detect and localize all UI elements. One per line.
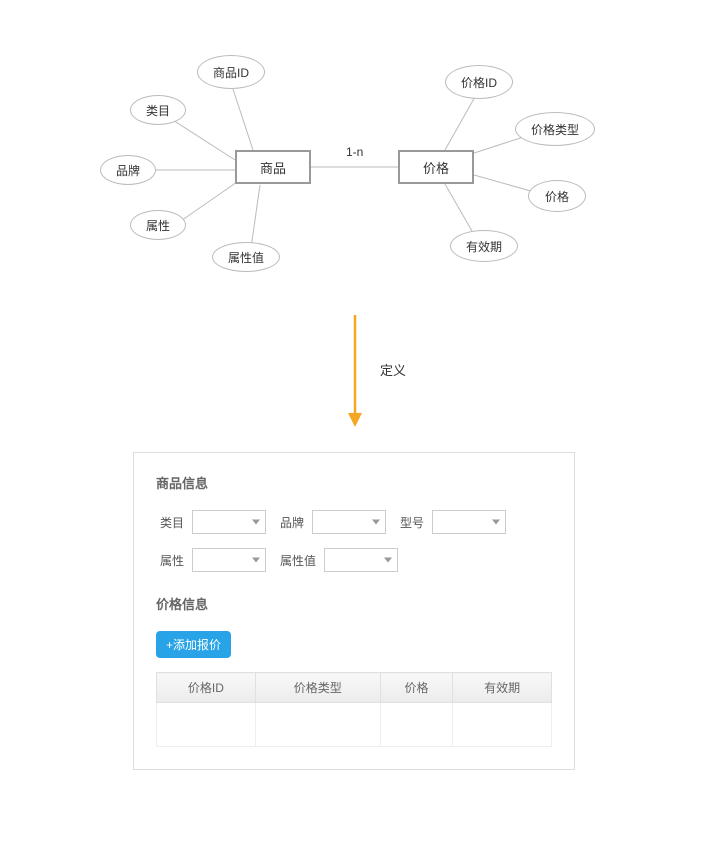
attr-price-id: 价格ID <box>445 65 513 99</box>
dropdown-category[interactable] <box>192 510 266 534</box>
arrow-down-icon <box>340 315 370 435</box>
attr-product-attr: 属性 <box>130 210 186 240</box>
chevron-down-icon <box>252 520 260 525</box>
price-info-title: 价格信息 <box>156 594 552 613</box>
label-brand: 品牌 <box>276 514 304 531</box>
relation-label: 1-n <box>346 145 363 159</box>
chevron-down-icon <box>252 558 260 563</box>
attr-product-brand: 品牌 <box>100 155 156 185</box>
attr-price-type: 价格类型 <box>515 112 595 146</box>
dropdown-brand[interactable] <box>312 510 386 534</box>
entity-product-label: 商品 <box>260 158 286 177</box>
entity-price: 价格 <box>398 150 474 184</box>
entity-product: 商品 <box>235 150 311 184</box>
attr-product-id: 商品ID <box>197 55 265 89</box>
col-price-type: 价格类型 <box>255 673 380 703</box>
price-table: 价格ID 价格类型 价格 有效期 <box>156 672 552 747</box>
dropdown-attr[interactable] <box>192 548 266 572</box>
chevron-down-icon <box>492 520 500 525</box>
label-model: 型号 <box>396 514 424 531</box>
dropdown-attrv[interactable] <box>324 548 398 572</box>
er-diagram: 商品 价格 1-n 商品ID 类目 品牌 属性 属性值 价格ID 价格类型 价格… <box>0 0 709 300</box>
arrow-section: 定义 <box>0 300 709 450</box>
table-row <box>157 703 552 747</box>
attr-price-price: 价格 <box>528 180 586 212</box>
add-price-button[interactable]: +添加报价 <box>156 631 231 658</box>
attr-price-valid: 有效期 <box>450 230 518 262</box>
form-panel: 商品信息 类目 品牌 型号 属性 属性值 价格信息 +添加报价 价格ID <box>133 452 575 770</box>
label-attrv: 属性值 <box>276 552 316 569</box>
col-price: 价格 <box>380 673 452 703</box>
chevron-down-icon <box>372 520 380 525</box>
col-valid: 有效期 <box>453 673 552 703</box>
attr-product-cat: 类目 <box>130 95 186 125</box>
dropdown-model[interactable] <box>432 510 506 534</box>
product-info-title: 商品信息 <box>156 473 552 492</box>
attr-product-attrv: 属性值 <box>212 242 280 272</box>
arrow-label: 定义 <box>380 360 406 379</box>
product-form-row-2: 属性 属性值 <box>156 548 552 572</box>
label-attr: 属性 <box>156 552 184 569</box>
label-category: 类目 <box>156 514 184 531</box>
product-form-row-1: 类目 品牌 型号 <box>156 510 552 534</box>
chevron-down-icon <box>384 558 392 563</box>
col-price-id: 价格ID <box>157 673 256 703</box>
entity-price-label: 价格 <box>423 158 449 177</box>
